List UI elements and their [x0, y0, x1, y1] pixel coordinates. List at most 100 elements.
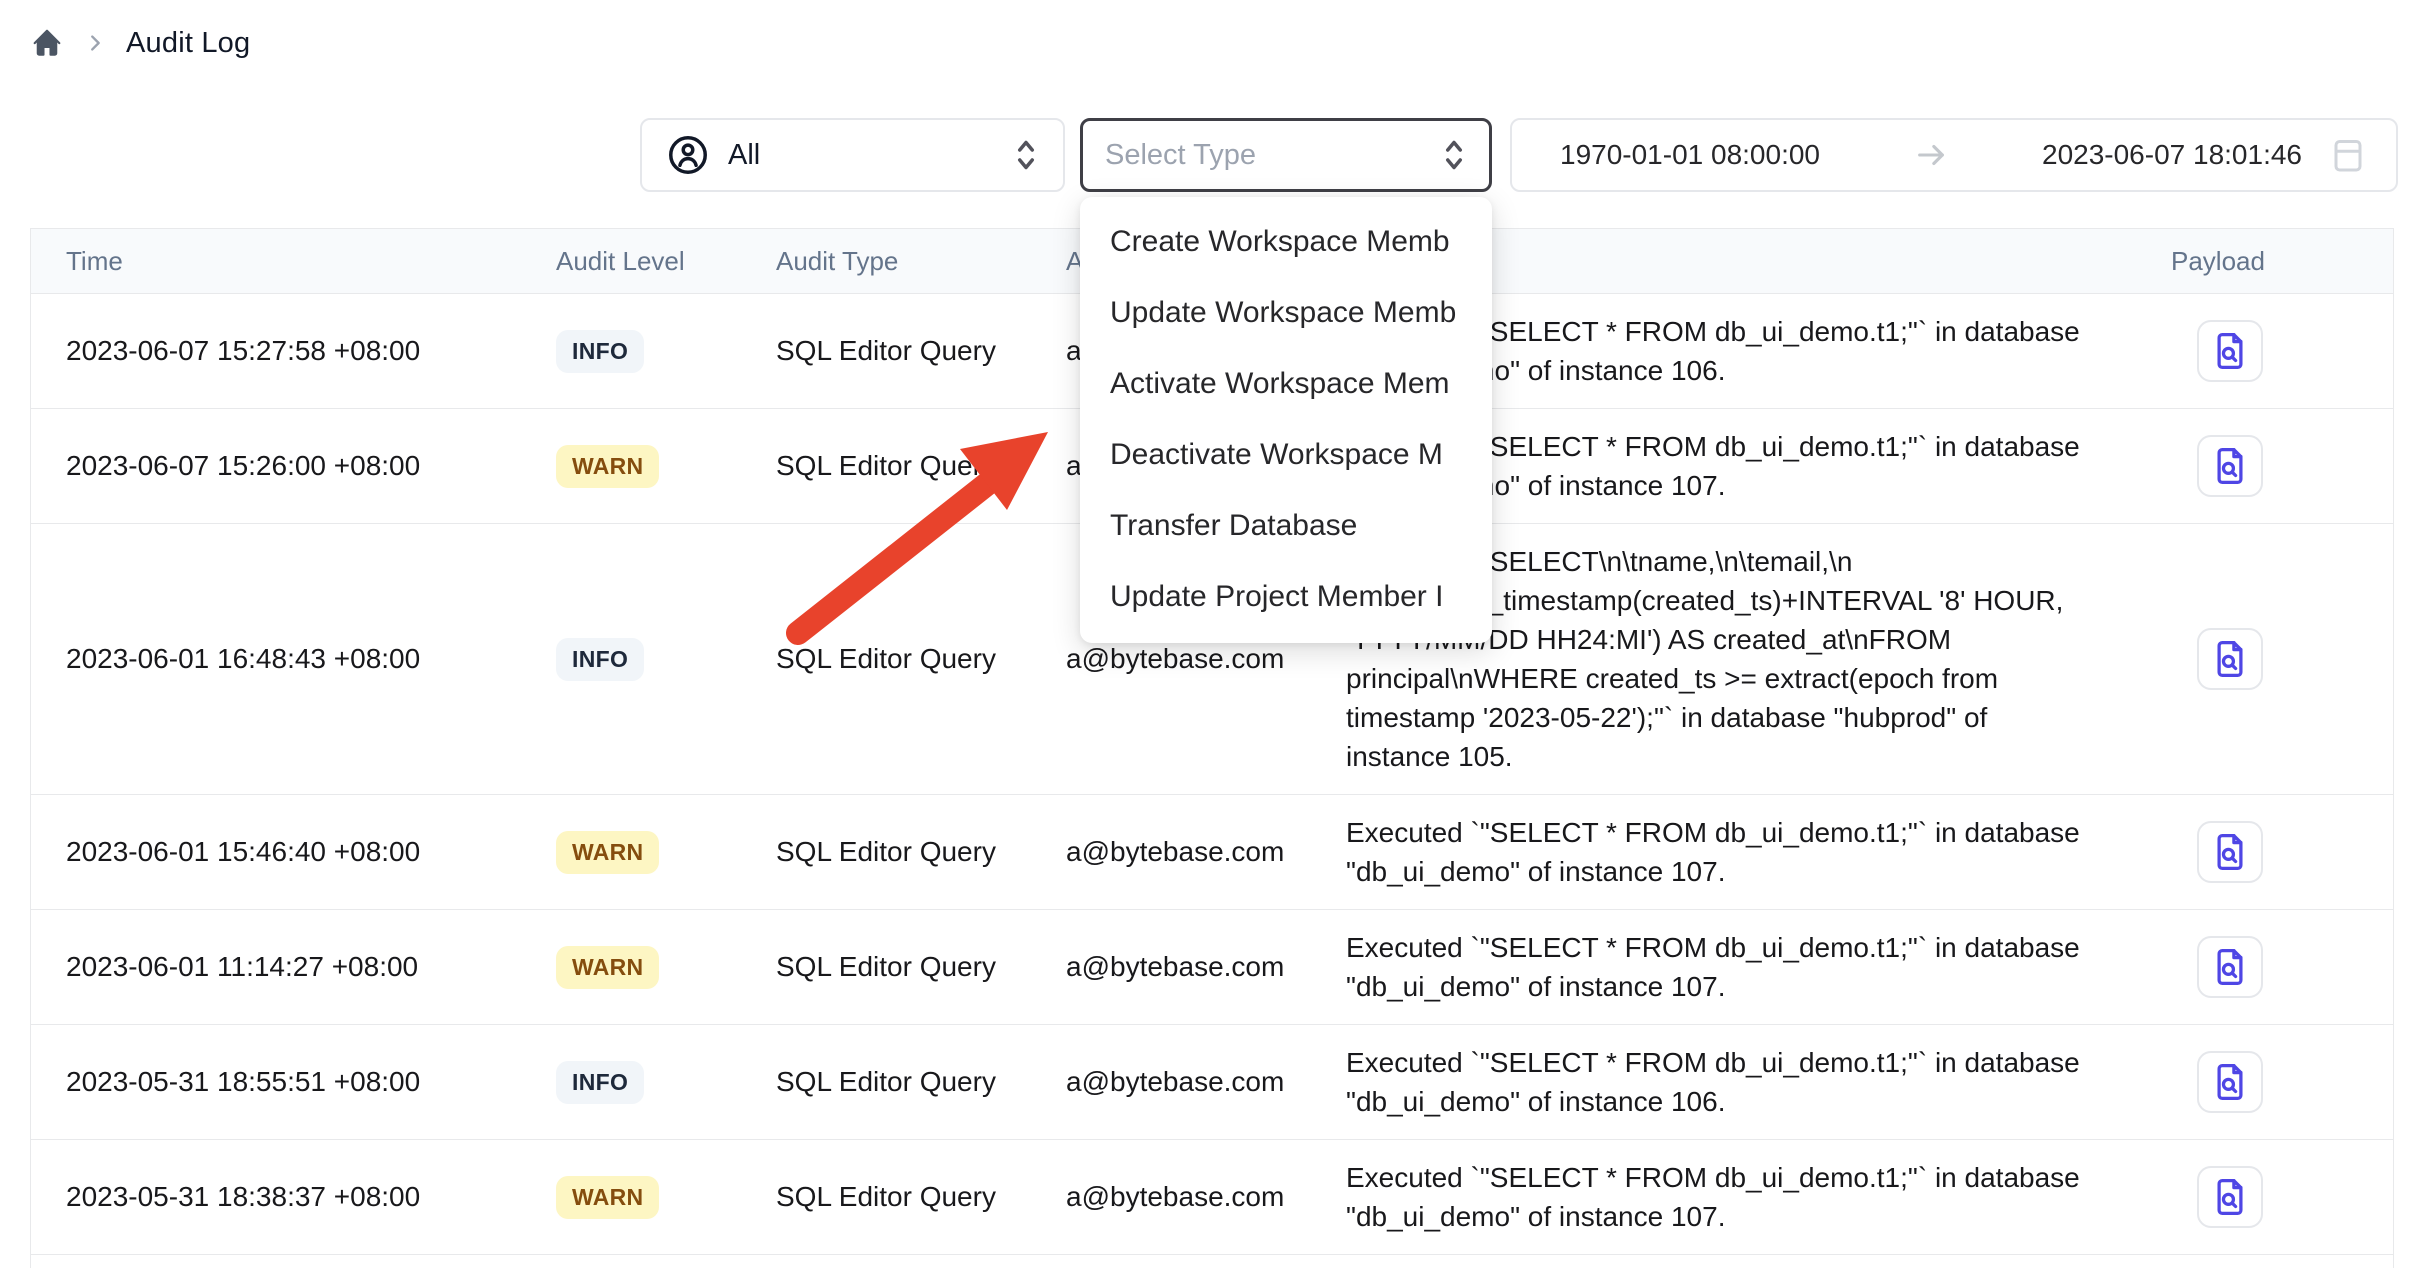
cell-comment: Executed `"SELECT * FROM db_ui_demo.t1;"…: [1311, 1158, 2101, 1236]
audit-level-badge: INFO: [556, 330, 644, 373]
column-header-audit-type: Audit Type: [741, 246, 1031, 277]
cell-actor: a@bytebase.com: [1031, 951, 1311, 983]
view-payload-button[interactable]: [2197, 1051, 2263, 1113]
cell-payload: [2101, 1051, 2393, 1113]
type-dropdown-menu: Create Workspace MembUpdate Workspace Me…: [1080, 197, 1492, 643]
comment-line: principal\nWHERE created_ts >= extract(e…: [1346, 659, 2101, 698]
actor-filter-select[interactable]: All: [640, 118, 1065, 192]
audit-level-badge: WARN: [556, 831, 659, 874]
actor-filter-value: All: [728, 139, 1011, 172]
view-payload-button[interactable]: [2197, 821, 2263, 883]
breadcrumb: Audit Log: [30, 26, 250, 60]
document-search-icon: [2211, 330, 2249, 372]
cell-actor: a@bytebase.com: [1031, 1066, 1311, 1098]
view-payload-button[interactable]: [2197, 435, 2263, 497]
cell-payload: [2101, 320, 2393, 382]
cell-audit-level: WARN: [521, 831, 741, 874]
audit-log-page: Audit Log All Select Type 1970-01-01 08:…: [0, 0, 2410, 1268]
table-row-partial: [31, 1255, 2393, 1268]
cell-payload: [2101, 821, 2393, 883]
comment-line: instance 105.: [1346, 737, 2101, 776]
date-range-end[interactable]: 2023-06-07 18:01:46: [2042, 139, 2302, 171]
date-range-start[interactable]: 1970-01-01 08:00:00: [1560, 139, 1820, 171]
cell-audit-type: SQL Editor Query: [741, 335, 1031, 367]
view-payload-button[interactable]: [2197, 628, 2263, 690]
page-title: Audit Log: [126, 27, 250, 60]
cell-audit-level: INFO: [521, 330, 741, 373]
cell-audit-type: SQL Editor Query: [741, 450, 1031, 482]
view-payload-button[interactable]: [2197, 320, 2263, 382]
document-search-icon: [2211, 1176, 2249, 1218]
table-row: 2023-05-31 18:55:51 +08:00 INFO SQL Edit…: [31, 1025, 2393, 1140]
column-header-payload: Payload: [2101, 246, 2393, 277]
type-dropdown-option[interactable]: Create Workspace Memb: [1080, 206, 1492, 277]
cell-audit-level: WARN: [521, 946, 741, 989]
type-dropdown-option[interactable]: Update Project Member I: [1080, 561, 1492, 632]
cell-audit-type: SQL Editor Query: [741, 1181, 1031, 1213]
cell-audit-type: SQL Editor Query: [741, 951, 1031, 983]
cell-audit-level: WARN: [521, 445, 741, 488]
table-row: 2023-06-01 15:46:40 +08:00 WARN SQL Edit…: [31, 795, 2393, 910]
audit-level-badge: WARN: [556, 445, 659, 488]
comment-line: "db_ui_demo" of instance 106.: [1346, 1082, 2101, 1121]
type-dropdown-option[interactable]: Deactivate Workspace M: [1080, 419, 1492, 490]
user-circle-icon: [666, 133, 710, 177]
document-search-icon: [2211, 831, 2249, 873]
cell-audit-type: SQL Editor Query: [741, 643, 1031, 675]
cell-time: 2023-06-01 16:48:43 +08:00: [31, 643, 521, 675]
comment-line: "db_ui_demo" of instance 107.: [1346, 967, 2101, 1006]
comment-line: Executed `"SELECT * FROM db_ui_demo.t1;"…: [1346, 928, 2101, 967]
cell-payload: [2101, 1166, 2393, 1228]
comment-line: timestamp '2023-05-22');"` in database "…: [1346, 698, 2101, 737]
calendar-icon[interactable]: [2330, 135, 2366, 175]
column-header-audit-level: Audit Level: [521, 246, 741, 277]
cell-payload: [2101, 628, 2393, 690]
chevron-up-down-icon: [1439, 136, 1469, 174]
cell-time: 2023-05-31 18:38:37 +08:00: [31, 1181, 521, 1213]
cell-comment: Executed `"SELECT * FROM db_ui_demo.t1;"…: [1311, 928, 2101, 1006]
document-search-icon: [2211, 946, 2249, 988]
view-payload-button[interactable]: [2197, 1166, 2263, 1228]
cell-time: 2023-06-01 15:46:40 +08:00: [31, 836, 521, 868]
cell-audit-level: WARN: [521, 1176, 741, 1219]
cell-audit-type: SQL Editor Query: [741, 1066, 1031, 1098]
cell-comment: Executed `"SELECT * FROM db_ui_demo.t1;"…: [1311, 813, 2101, 891]
cell-audit-level: INFO: [521, 1061, 741, 1104]
cell-audit-type: SQL Editor Query: [741, 836, 1031, 868]
type-dropdown-option[interactable]: Activate Workspace Mem: [1080, 348, 1492, 419]
cell-comment: Executed `"SELECT * FROM db_ui_demo.t1;"…: [1311, 1043, 2101, 1121]
column-header-time: Time: [31, 246, 521, 277]
chevron-up-down-icon: [1011, 136, 1041, 174]
cell-actor: a@bytebase.com: [1031, 643, 1311, 675]
type-dropdown-option[interactable]: Update Workspace Memb: [1080, 277, 1492, 348]
comment-line: Executed `"SELECT * FROM db_ui_demo.t1;"…: [1346, 1043, 2101, 1082]
date-range-picker[interactable]: 1970-01-01 08:00:00 2023-06-07 18:01:46: [1510, 118, 2398, 192]
table-row: 2023-05-31 18:38:37 +08:00 WARN SQL Edit…: [31, 1140, 2393, 1255]
audit-level-badge: INFO: [556, 638, 644, 681]
type-filter-select[interactable]: Select Type: [1080, 118, 1492, 192]
document-search-icon: [2211, 445, 2249, 487]
cell-time: 2023-05-31 18:55:51 +08:00: [31, 1066, 521, 1098]
document-search-icon: [2211, 1061, 2249, 1103]
comment-line: "db_ui_demo" of instance 107.: [1346, 852, 2101, 891]
cell-time: 2023-06-07 15:26:00 +08:00: [31, 450, 521, 482]
table-row: 2023-06-01 11:14:27 +08:00 WARN SQL Edit…: [31, 910, 2393, 1025]
cell-time: 2023-06-01 11:14:27 +08:00: [31, 951, 521, 983]
arrow-right-icon: [1820, 138, 2042, 172]
view-payload-button[interactable]: [2197, 936, 2263, 998]
cell-time: 2023-06-07 15:27:58 +08:00: [31, 335, 521, 367]
comment-line: Executed `"SELECT * FROM db_ui_demo.t1;"…: [1346, 813, 2101, 852]
document-search-icon: [2211, 638, 2249, 680]
type-dropdown-option[interactable]: Transfer Database: [1080, 490, 1492, 561]
cell-actor: a@bytebase.com: [1031, 1181, 1311, 1213]
audit-level-badge: WARN: [556, 946, 659, 989]
cell-audit-level: INFO: [521, 638, 741, 681]
cell-actor: a@bytebase.com: [1031, 836, 1311, 868]
comment-line: "db_ui_demo" of instance 107.: [1346, 1197, 2101, 1236]
home-icon[interactable]: [30, 26, 64, 60]
comment-line: Executed `"SELECT * FROM db_ui_demo.t1;"…: [1346, 1158, 2101, 1197]
audit-level-badge: WARN: [556, 1176, 659, 1219]
type-filter-placeholder: Select Type: [1105, 139, 1439, 172]
audit-level-badge: INFO: [556, 1061, 644, 1104]
chevron-right-icon: [84, 32, 106, 54]
